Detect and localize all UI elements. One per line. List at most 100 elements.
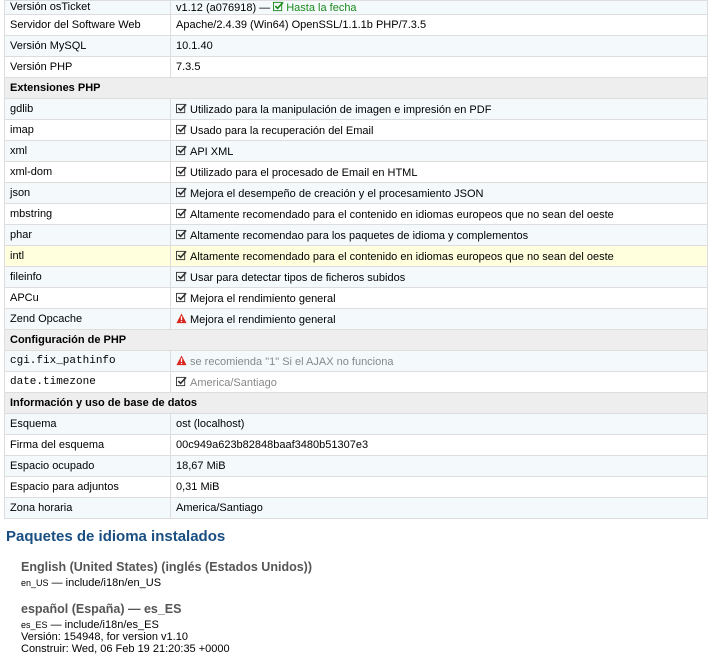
check-icon [176, 292, 187, 302]
info-value: Utilizado para la manipulación de imagen… [190, 103, 492, 116]
info-value-cell: America/Santiago [170, 497, 708, 519]
check-icon [176, 103, 187, 113]
info-key: imap [4, 119, 171, 141]
section-label: Configuración de PHP [4, 329, 708, 351]
section-header: Extensiones PHP [4, 77, 708, 99]
info-value: America/Santiago [190, 376, 277, 389]
info-row: cgi.fix_pathinfo se recomienda "1" Si el … [4, 350, 708, 372]
info-key: Espacio para adjuntos [4, 476, 171, 498]
system-info-table: Versión osTicket v1.12 (a076918) — Hasta … [4, 0, 708, 519]
info-key: Zona horaria [4, 497, 171, 519]
info-row: Espacio ocupado 18,67 MiB [4, 455, 708, 477]
info-row: APCu Mejora el rendimiento general [4, 287, 708, 309]
info-value-cell: 10.1.40 [170, 35, 708, 57]
info-row: Servidor del Software Web Apache/2.4.39 (… [4, 14, 708, 36]
check-icon [176, 271, 187, 281]
language-packs-heading: Paquetes de idioma instalados [6, 528, 226, 545]
info-key: Versión PHP [4, 56, 171, 78]
info-value-cell: API XML [170, 140, 708, 162]
check-icon [176, 145, 187, 155]
check-icon [176, 124, 187, 134]
check-icon [176, 376, 187, 386]
info-value: 18,67 MiB [176, 460, 226, 472]
info-key: Esquema [4, 413, 171, 435]
info-row: Zona horaria America/Santiago [4, 497, 708, 519]
info-value: 00c949a623b82848baaf3480b51307e3 [176, 439, 369, 451]
info-value-cell: Usar para detectar tipos de ficheros sub… [170, 266, 708, 288]
info-value: Usar para detectar tipos de ficheros sub… [190, 271, 406, 284]
info-value-cell: Mejora el rendimiento general [170, 287, 708, 309]
info-key: json [4, 182, 171, 204]
info-key: mbstring [4, 203, 171, 225]
info-row: intl Altamente recomendado para el conten… [4, 245, 708, 267]
info-value: Altamente recomendado para el contenido … [190, 250, 614, 263]
info-value: Mejora el desempeño de creación y el pro… [190, 187, 484, 200]
check-icon [176, 166, 187, 176]
language-code: en_US [21, 578, 49, 588]
section-header: Información y uso de base de datos [4, 392, 708, 414]
language-pack: English (United States) (inglés (Estados… [21, 561, 312, 589]
status-up-to-date: Hasta la fecha [286, 2, 357, 14]
info-value-cell: Altamente recomendado para el contenido … [170, 203, 708, 225]
info-value: America/Santiago [176, 502, 263, 514]
info-key: gdlib [4, 98, 171, 120]
language-pack: español (España) — es_ES es_ES — include/… [21, 603, 230, 655]
warning-icon [176, 312, 187, 323]
info-row: Versión PHP 7.3.5 [4, 56, 708, 78]
info-key: Versión MySQL [4, 35, 171, 57]
info-value-cell: 7.3.5 [170, 56, 708, 78]
section-header: Configuración de PHP [4, 329, 708, 351]
info-value-cell: Altamente recomendao para los paquetes d… [170, 224, 708, 246]
info-value-cell: Mejora el rendimiento general [170, 308, 708, 330]
info-key: Servidor del Software Web [4, 14, 171, 36]
language-pack-detail: Construir: Wed, 06 Feb 19 21:20:35 +0000 [21, 643, 230, 655]
info-value: Mejora el rendimiento general [190, 313, 336, 326]
info-row: gdlib Utilizado para la manipulación de i… [4, 98, 708, 120]
info-key: Zend Opcache [4, 308, 171, 330]
info-key: Firma del esquema [4, 434, 171, 456]
info-row: phar Altamente recomendao para los paquet… [4, 224, 708, 246]
info-row: Esquema ost (localhost) [4, 413, 708, 435]
info-key: phar [4, 224, 171, 246]
info-value-cell: Utilizado para el procesado de Email en … [170, 161, 708, 183]
info-value-cell: Utilizado para la manipulación de imagen… [170, 98, 708, 120]
info-row: fileinfo Usar para detectar tipos de fich… [4, 266, 708, 288]
info-value-cell: Altamente recomendado para el contenido … [170, 245, 708, 267]
info-row: xml-dom Utilizado para el procesado de Em… [4, 161, 708, 183]
info-value-cell: se recomienda "1" Si el AJAX no funciona [170, 350, 708, 372]
check-icon [176, 187, 187, 197]
check-icon [176, 208, 187, 218]
info-row: Espacio para adjuntos 0,31 MiB [4, 476, 708, 498]
info-row: mbstring Altamente recomendado para el co… [4, 203, 708, 225]
check-icon [176, 229, 187, 239]
info-key: date.timezone [4, 371, 171, 393]
info-key: xml [4, 140, 171, 162]
info-key: cgi.fix_pathinfo [4, 350, 171, 372]
info-value-cell: 18,67 MiB [170, 455, 708, 477]
warning-icon [176, 354, 187, 365]
info-value: Utilizado para el procesado de Email en … [190, 166, 418, 179]
info-row: Versión MySQL 10.1.40 [4, 35, 708, 57]
info-row: Versión osTicket v1.12 (a076918) — Hasta … [4, 0, 708, 15]
info-value-cell: 00c949a623b82848baaf3480b51307e3 [170, 434, 708, 456]
info-value: API XML [190, 145, 234, 158]
info-key: xml-dom [4, 161, 171, 183]
info-value: 0,31 MiB [176, 481, 220, 493]
info-row: Zend Opcache Mejora el rendimiento genera… [4, 308, 708, 330]
info-value: Altamente recomendado para el contenido … [190, 208, 614, 221]
info-value-cell: v1.12 (a076918) — Hasta la fecha [170, 0, 708, 15]
info-row: Firma del esquema 00c949a623b82848baaf348… [4, 434, 708, 456]
info-row: xml API XML [4, 140, 708, 162]
language-pack-detail: Versión: 154948, for version v1.10 [21, 631, 188, 643]
info-key: Versión osTicket [4, 0, 171, 15]
info-value-cell: America/Santiago [170, 371, 708, 393]
check-icon [176, 250, 187, 260]
check-icon [273, 1, 284, 12]
info-value: v1.12 (a076918) — [176, 2, 271, 14]
language-pack-title: English (United States) (inglés (Estados… [21, 560, 312, 574]
info-value-cell: Usado para la recuperación del Email [170, 119, 708, 141]
info-key: Espacio ocupado [4, 455, 171, 477]
info-value-cell: 0,31 MiB [170, 476, 708, 498]
language-path: — include/i18n/en_US [48, 577, 162, 589]
info-row: json Mejora el desempeño de creación y el… [4, 182, 708, 204]
